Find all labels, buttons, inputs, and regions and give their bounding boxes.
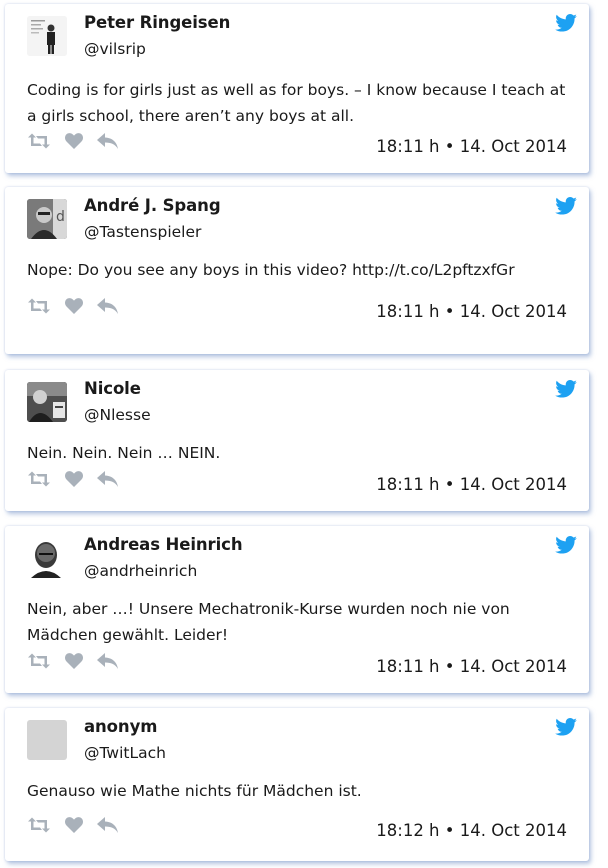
heart-icon[interactable] xyxy=(65,133,83,153)
author-name[interactable]: Andreas Heinrich xyxy=(84,535,243,554)
retweet-icon[interactable] xyxy=(27,133,51,153)
timestamp[interactable]: 18:12 h • 14. Oct 2014 xyxy=(376,821,567,840)
tweet-card[interactable]: d André J. Spang @Tastenspieler Nope: Do… xyxy=(5,187,589,354)
avatar[interactable] xyxy=(27,382,67,422)
avatar[interactable] xyxy=(27,538,67,578)
tweet-text: Nope: Do you see any boys in this video?… xyxy=(27,261,515,279)
tweet-actions xyxy=(27,817,133,837)
author-name[interactable]: anonym xyxy=(84,717,157,736)
author-handle[interactable]: @andrheinrich xyxy=(84,562,197,580)
twitter-bird-icon xyxy=(555,536,577,554)
heart-icon[interactable] xyxy=(65,471,83,491)
tweet-text: Coding is for girls just as well as for … xyxy=(27,81,566,125)
tweet-actions xyxy=(27,653,133,673)
tweet-text: Nein. Nein. Nein … NEIN. xyxy=(27,444,221,462)
tweet-text: Nein, aber …! Unsere Mechatronik-Kurse w… xyxy=(27,600,510,644)
retweet-icon[interactable] xyxy=(27,471,51,491)
tweet-card[interactable]: Andreas Heinrich @andrheinrich Nein, abe… xyxy=(5,526,589,693)
tweet-actions xyxy=(27,471,133,491)
timestamp[interactable]: 18:11 h • 14. Oct 2014 xyxy=(376,137,567,156)
reply-icon[interactable] xyxy=(97,471,119,491)
reply-icon[interactable] xyxy=(97,653,119,673)
timestamp[interactable]: 18:11 h • 14. Oct 2014 xyxy=(376,475,567,494)
avatar[interactable] xyxy=(27,16,67,56)
avatar[interactable]: d xyxy=(27,199,67,239)
twitter-bird-icon xyxy=(555,718,577,736)
tweet-actions xyxy=(27,133,133,153)
author-name[interactable]: André J. Spang xyxy=(84,196,221,215)
reply-icon[interactable] xyxy=(97,298,119,318)
heart-icon[interactable] xyxy=(65,653,83,673)
timestamp[interactable]: 18:11 h • 14. Oct 2014 xyxy=(376,302,567,321)
author-name[interactable]: Nicole xyxy=(84,379,141,398)
avatar[interactable] xyxy=(27,720,67,760)
tweet-actions xyxy=(27,298,133,318)
author-handle[interactable]: @TwitLach xyxy=(84,744,166,762)
retweet-icon[interactable] xyxy=(27,653,51,673)
tweet-card[interactable]: anonym @TwitLach Genauso wie Mathe nicht… xyxy=(5,708,589,861)
tweet-card[interactable]: Nicole @Nlesse Nein. Nein. Nein … NEIN. … xyxy=(5,370,589,511)
reply-icon[interactable] xyxy=(97,817,119,837)
twitter-bird-icon xyxy=(555,380,577,398)
heart-icon[interactable] xyxy=(65,298,83,318)
retweet-icon[interactable] xyxy=(27,298,51,318)
timestamp[interactable]: 18:11 h • 14. Oct 2014 xyxy=(376,657,567,676)
author-handle[interactable]: @Nlesse xyxy=(84,406,151,424)
heart-icon[interactable] xyxy=(65,817,83,837)
author-handle[interactable]: @Tastenspieler xyxy=(84,223,201,241)
retweet-icon[interactable] xyxy=(27,817,51,837)
twitter-bird-icon xyxy=(555,14,577,32)
twitter-bird-icon xyxy=(555,197,577,215)
author-name[interactable]: Peter Ringeisen xyxy=(84,13,230,32)
tweet-card[interactable]: Peter Ringeisen @vilsrip Coding is for g… xyxy=(5,4,589,173)
reply-icon[interactable] xyxy=(97,133,119,153)
tweet-text: Genauso wie Mathe nichts für Mädchen ist… xyxy=(27,782,362,800)
author-handle[interactable]: @vilsrip xyxy=(84,40,146,58)
svg-text:d: d xyxy=(56,209,65,225)
